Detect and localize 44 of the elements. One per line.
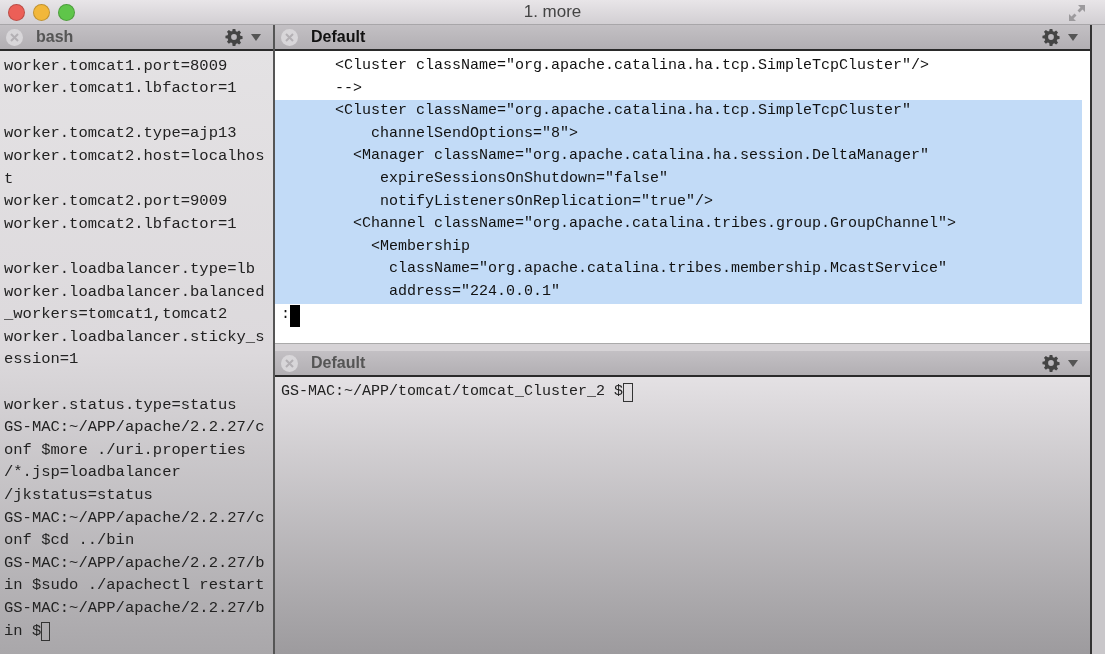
- terminal-line: onf $more ./uri.properties: [4, 439, 246, 461]
- terminal-line: /jkstatus=status: [4, 484, 153, 506]
- minimize-button[interactable]: [33, 3, 50, 21]
- text-cursor: [41, 621, 51, 641]
- terminal-line: /*.jsp=loadbalancer: [4, 462, 181, 484]
- pane-tab[interactable]: Default: [311, 25, 366, 49]
- settings-icon[interactable]: [1042, 354, 1060, 372]
- terminal-line: worker.tomcat1.port=8009: [4, 55, 228, 77]
- terminal-line: _workers=tomcat1,tomcat2: [4, 304, 228, 326]
- text-cursor: [623, 382, 634, 402]
- terminal-line: worker.tomcat2.type=ajp13: [4, 123, 237, 145]
- zoom-button[interactable]: [58, 3, 75, 21]
- terminal-line: worker.tomcat2.port=9009: [4, 191, 228, 213]
- terminal-line: in $: [4, 620, 42, 642]
- terminal-line: in $sudo ./apachectl restart: [4, 575, 265, 597]
- terminal-line: GS-MAC:~/APP/tomcat/tomcat_Cluster_2 $: [281, 382, 624, 403]
- terminal-line: worker.loadbalancer.balanced: [4, 281, 265, 303]
- code-line: <Cluster className="org.apache.catalina.ha.tcp.SimpleTcpCluster"/>: [334, 56, 931, 77]
- dropdown-caret-icon[interactable]: [251, 33, 261, 41]
- terminal-line: GS-MAC:~/APP/apache/2.2.27/b: [4, 597, 265, 619]
- pager-prompt: :: [281, 305, 290, 326]
- window-title: 1. more: [523, 1, 582, 24]
- terminal-line: worker.status.type=status: [4, 394, 237, 416]
- terminal-line: ession=1: [4, 349, 79, 371]
- terminal-line: GS-MAC:~/APP/apache/2.2.27/c: [4, 507, 265, 529]
- pane-tab[interactable]: Default: [311, 351, 366, 375]
- close-button[interactable]: [8, 3, 25, 21]
- dropdown-caret-icon[interactable]: [1068, 33, 1078, 41]
- pane-tab[interactable]: bash: [36, 25, 74, 49]
- terminal-line: worker.tomcat2.lbfactor=1: [4, 213, 237, 235]
- terminal-line: onf $cd ../bin: [4, 530, 135, 552]
- terminal-line: t: [4, 168, 14, 190]
- terminal-line: GS-MAC:~/APP/apache/2.2.27/c: [4, 417, 265, 439]
- block-cursor: [290, 304, 300, 327]
- terminal-line: worker.loadbalancer.sticky_s: [4, 326, 265, 348]
- terminal-line: worker.tomcat1.lbfactor=1: [4, 78, 237, 100]
- settings-icon[interactable]: [225, 28, 243, 46]
- dropdown-caret-icon[interactable]: [1068, 359, 1078, 367]
- terminal-line: GS-MAC:~/APP/apache/2.2.27/b: [4, 552, 265, 574]
- fullscreen-icon[interactable]: [1067, 3, 1087, 23]
- settings-icon[interactable]: [1042, 28, 1060, 46]
- terminal-line: worker.tomcat2.host=localhos: [4, 146, 265, 168]
- terminal-line: worker.loadbalancer.type=lb: [4, 259, 256, 280]
- code-line: -->: [334, 78, 363, 99]
